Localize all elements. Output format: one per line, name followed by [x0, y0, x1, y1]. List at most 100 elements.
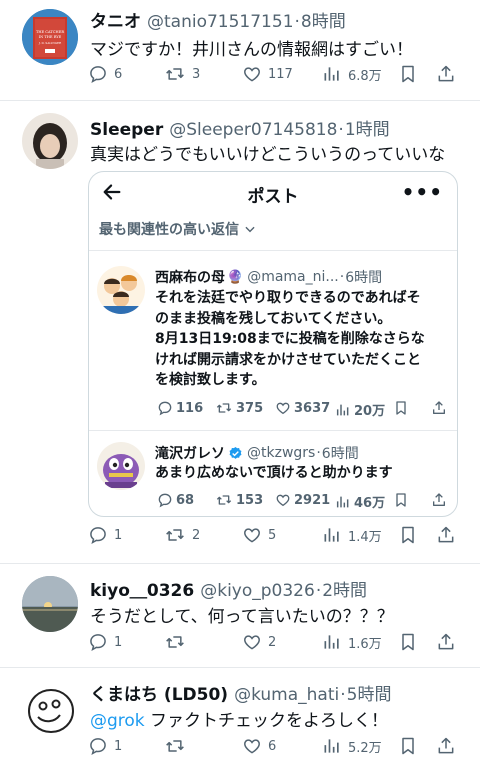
bookmark-button[interactable]: [393, 492, 409, 508]
retweet-button[interactable]: [164, 736, 192, 756]
avatar[interactable]: [97, 442, 145, 490]
handle[interactable]: @Sleeper07145818: [169, 120, 337, 140]
reply-text-line: を検討致します。: [155, 372, 266, 388]
retweet-icon: [166, 68, 184, 80]
timestamp[interactable]: 6時間: [345, 267, 382, 287]
action-bar: 68 153 2921 46万: [157, 492, 453, 512]
display-name[interactable]: 滝沢ガレソ: [155, 443, 225, 463]
handle[interactable]: @kuma_hati: [234, 685, 339, 705]
retweet-icon: [216, 403, 232, 413]
retweet-button[interactable]: 3: [164, 64, 200, 84]
bookmark-button[interactable]: [393, 400, 409, 416]
timestamp[interactable]: 8時間: [301, 7, 346, 32]
handle[interactable]: @tkzwgrs: [247, 445, 315, 461]
reply-button[interactable]: 116: [157, 400, 203, 416]
display-name[interactable]: タニオ: [90, 7, 141, 32]
embedded-post-screenshot[interactable]: ポスト ••• 最も関連性の高い返信 西麻布の母 🔮 @mama_ni... ·…: [88, 171, 458, 517]
bookmark-icon: [396, 493, 406, 507]
divider: [89, 430, 457, 431]
tweet-header: Sleeper @Sleeper07145818 · 1時間: [90, 115, 390, 140]
tweet[interactable]: kiyo＿0326 @kiyo_p0326 · 2時間 そうだとして、何って言い…: [0, 564, 480, 667]
handle[interactable]: @tanio71517151: [147, 12, 294, 32]
mention-link[interactable]: @grok: [90, 711, 145, 731]
view-count: 1.4万: [348, 529, 382, 545]
reply-button[interactable]: 6: [88, 64, 122, 84]
share-button[interactable]: [436, 64, 456, 84]
display-name[interactable]: kiyo＿0326: [90, 576, 194, 601]
like-button[interactable]: 2921: [275, 492, 330, 508]
timestamp[interactable]: 2時間: [322, 576, 367, 601]
share-button[interactable]: [431, 400, 447, 416]
share-button[interactable]: [436, 736, 456, 756]
share-icon: [438, 633, 454, 650]
reply-icon: [90, 527, 106, 545]
action-bar: 116 375 3637 20万: [157, 400, 453, 420]
reply-count: 1: [114, 634, 123, 650]
share-icon: [438, 737, 454, 754]
share-button[interactable]: [436, 632, 456, 652]
avatar[interactable]: [22, 682, 78, 738]
avatar[interactable]: [97, 266, 145, 314]
like-icon: [244, 528, 260, 543]
handle[interactable]: @mama_ni...: [247, 269, 339, 285]
handle[interactable]: @kiyo_p0326: [200, 581, 315, 601]
retweet-count: 3: [192, 66, 201, 82]
tweet[interactable]: くまはち (LD50) @kuma_hati · 5時間 @grok ファクトチ…: [0, 668, 480, 771]
bookmark-button[interactable]: [398, 632, 418, 652]
display-name[interactable]: Sleeper: [90, 120, 163, 140]
tweet-header: くまはち (LD50) @kuma_hati · 5時間: [90, 680, 391, 705]
timestamp[interactable]: 6時間: [322, 443, 359, 463]
reply-count: 1: [114, 738, 123, 754]
display-name[interactable]: 西麻布の母: [155, 267, 225, 287]
bookmark-button[interactable]: [398, 736, 418, 756]
reply-button[interactable]: 1: [88, 525, 122, 545]
more-menu-button[interactable]: •••: [402, 180, 443, 204]
reply-icon: [158, 493, 172, 508]
like-button[interactable]: 6: [242, 736, 276, 756]
view-count: 6.8万: [348, 68, 382, 84]
like-button[interactable]: 117: [242, 64, 293, 84]
views-button[interactable]: 6.8万: [322, 64, 382, 84]
retweet-button[interactable]: 375: [215, 400, 263, 416]
retweet-icon: [166, 740, 184, 752]
doodle-face-avatar-icon: [22, 682, 78, 738]
bookmark-button[interactable]: [398, 64, 418, 84]
views-button[interactable]: 1.4万: [322, 525, 382, 545]
action-bar: 6 3 117 6.8万: [88, 64, 458, 88]
reply-button[interactable]: 1: [88, 736, 122, 756]
share-button[interactable]: [436, 525, 456, 545]
tweet[interactable]: THE CATCHER IN THE RYE J. D. SALINGER タニ…: [0, 0, 480, 100]
avatar[interactable]: [22, 113, 78, 169]
like-count: 2: [268, 634, 277, 650]
views-button[interactable]: 46万: [335, 492, 385, 511]
avatar[interactable]: [22, 576, 78, 632]
reply-text-line: それを法廷でやり取りできるのであればそ: [155, 290, 421, 306]
reply-button[interactable]: 68: [157, 492, 194, 508]
reply-count: 116: [176, 400, 204, 416]
like-button[interactable]: 3637: [275, 400, 330, 416]
share-button[interactable]: [431, 492, 447, 508]
retweet-button[interactable]: 153: [215, 492, 263, 508]
reply-header: 西麻布の母 🔮 @mama_ni... · 6時間: [155, 267, 382, 287]
reply-button[interactable]: 1: [88, 632, 122, 652]
crystal-ball-icon: 🔮: [227, 269, 244, 285]
bookmark-button[interactable]: [398, 525, 418, 545]
timestamp[interactable]: 5時間: [347, 680, 392, 705]
divider: [89, 250, 457, 251]
retweet-icon: [166, 636, 184, 648]
retweet-button[interactable]: 2: [164, 525, 200, 545]
display-name[interactable]: くまはち (LD50): [90, 680, 228, 705]
timestamp[interactable]: 1時間: [345, 115, 390, 140]
reply-sort-dropdown[interactable]: 最も関連性の高い返信: [99, 219, 257, 239]
avatar[interactable]: THE CATCHER IN THE RYE J. D. SALINGER: [22, 9, 78, 65]
reply-count: 68: [176, 492, 195, 508]
retweet-button[interactable]: [164, 632, 192, 652]
views-button[interactable]: 20万: [335, 400, 385, 419]
views-button[interactable]: 5.2万: [322, 736, 382, 756]
bookmark-icon: [402, 526, 414, 544]
like-button[interactable]: 2: [242, 632, 276, 652]
views-button[interactable]: 1.6万: [322, 632, 382, 652]
like-button[interactable]: 5: [242, 525, 276, 545]
views-icon: [324, 67, 339, 81]
like-icon: [244, 67, 260, 82]
